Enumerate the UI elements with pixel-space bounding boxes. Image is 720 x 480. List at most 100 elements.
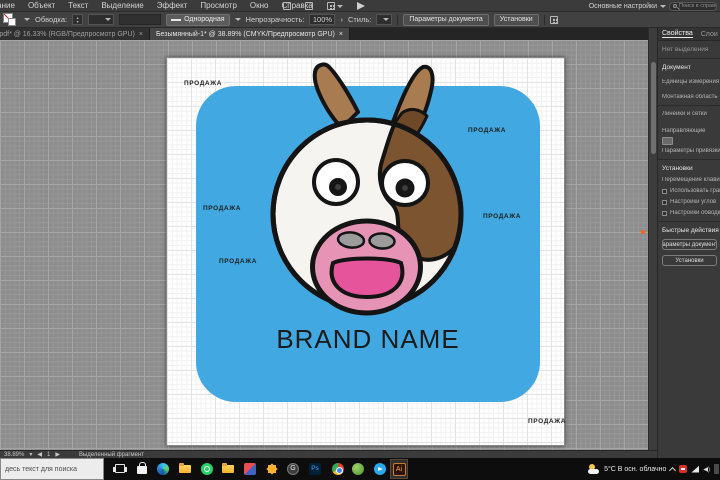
stroke-weight-stepper[interactable]: ▴ ▾ — [72, 14, 84, 25]
checkbox-icon[interactable] — [662, 199, 667, 205]
sale-text-object[interactable]: ПРОДАЖА — [219, 258, 257, 265]
menu-edit[interactable]: Редактирование — [0, 1, 15, 10]
cow-right-nostril — [368, 232, 396, 250]
menu-window[interactable]: Окно — [250, 1, 269, 10]
tab-properties[interactable]: Свойства — [662, 30, 693, 38]
divider — [658, 221, 720, 222]
preferences-button[interactable]: Установки — [662, 255, 717, 266]
sale-text-object[interactable]: ПРОДАЖА — [203, 205, 241, 212]
fill-stroke-swatch[interactable] — [3, 13, 19, 26]
grid-icon — [327, 2, 335, 10]
workspace-switcher[interactable]: Основные настройки — [589, 0, 666, 11]
checkbox-row[interactable]: Настройки углов — [662, 199, 720, 205]
divider — [543, 14, 545, 25]
scrollbar-thumb[interactable] — [651, 62, 656, 154]
illustrator-window: Редактирование Объект Текст Выделение Эф… — [0, 0, 720, 480]
rulers-grids-label: Линейки и сетки — [662, 111, 707, 117]
stroke-weight-dropdown[interactable] — [88, 14, 115, 25]
opacity-expand-arrow[interactable]: › — [340, 15, 343, 24]
menu-object[interactable]: Объект — [28, 1, 55, 10]
sale-text-object[interactable]: ПРОДАЖА — [483, 213, 521, 220]
document-tab-untitled[interactable]: Безымянный-1* @ 38.89% (CMYK/Предпросмот… — [149, 28, 350, 40]
document-tab-pdf[interactable]: ес.pdf* @ 16.33% (RGB/Предпросмотр GPU) … — [0, 28, 150, 40]
align-panel-icon[interactable] — [549, 15, 558, 24]
file-explorer-icon[interactable] — [179, 463, 191, 473]
red-blue-app-icon[interactable] — [244, 463, 256, 475]
chevron-down-icon — [337, 4, 343, 8]
uniform-profile-icon — [171, 18, 182, 21]
windows-search-input[interactable]: десь текст для поиска — [0, 458, 104, 480]
help-search-input[interactable]: Поиск в справке — [669, 1, 717, 11]
network-icon[interactable] — [691, 465, 700, 473]
brand-name-text-object[interactable]: BRAND NAME — [196, 324, 540, 355]
hidden-icons-chevron[interactable] — [669, 466, 677, 474]
stroke-label: Обводка: — [35, 15, 68, 24]
document-section-header: Документ — [662, 64, 691, 71]
tab-title: ес.pdf* @ 16.33% (RGB/Предпросмотр GPU) — [0, 30, 135, 38]
canvas-pasteboard[interactable]: ПРОДАЖА ПРОДАЖА ПРОДАЖА ПРОДАЖА ПРОДАЖА … — [0, 40, 648, 450]
guides-toggle-button[interactable] — [662, 137, 673, 145]
volume-icon[interactable]: ◀) — [703, 466, 710, 473]
width-profile-dropdown[interactable]: Однородная — [166, 13, 230, 26]
menu-type[interactable]: Текст — [68, 1, 88, 10]
folder-app-icon[interactable] — [222, 463, 234, 473]
divider — [658, 105, 720, 106]
checkbox-label: Настройки обводки — [670, 210, 720, 216]
layout-icon[interactable] — [283, 2, 291, 10]
sale-text-object[interactable]: ПРОДАЖА — [184, 80, 222, 87]
checkbox-row[interactable]: Настройки обводки — [662, 210, 720, 216]
checkbox-icon[interactable] — [662, 210, 667, 216]
tab-title: Безымянный-1* @ 38.89% (CMYK/Предпросмот… — [155, 30, 335, 38]
edge-icon[interactable] — [157, 463, 169, 475]
chrome-icon[interactable] — [332, 463, 344, 475]
photoshop-icon[interactable]: Ps — [309, 463, 321, 475]
cow-mouth — [329, 256, 405, 300]
microsoft-store-icon[interactable] — [137, 462, 147, 474]
chevron-down-icon — [660, 4, 666, 8]
tab-layers[interactable]: Слои — [701, 31, 718, 38]
status-bar: 38.89% ▾ ◀ 1 ▶ Выделенный фрагмент — [0, 450, 657, 458]
vertical-scrollbar[interactable] — [648, 28, 657, 450]
weather-label[interactable]: 5°C В осн. облачно — [604, 466, 666, 473]
menu-effect[interactable]: Эффект — [157, 1, 188, 10]
whatsapp-icon[interactable] — [201, 463, 213, 475]
telegram-icon[interactable] — [374, 463, 386, 475]
menu-select[interactable]: Выделение — [101, 1, 143, 10]
help-search-placeholder: Поиск в справке — [679, 3, 717, 9]
artboard-label: Монтажная область — [662, 94, 718, 100]
close-icon[interactable]: × — [139, 31, 143, 38]
checkbox-label: Использовать границы просмотра — [670, 188, 720, 194]
arrange-documents-control[interactable] — [327, 2, 343, 10]
send-icon[interactable] — [357, 2, 365, 10]
close-icon[interactable]: × — [339, 31, 343, 38]
illustrator-taskbar-button[interactable]: Ai — [390, 459, 408, 479]
opacity-value-field[interactable]: 100% — [309, 14, 336, 25]
document-setup-button[interactable]: Параметры документа — [662, 239, 717, 250]
document-setup-button[interactable]: Параметры документа — [403, 13, 489, 26]
cow-left-horn[interactable] — [312, 62, 360, 130]
dark-g-app-icon[interactable]: G — [287, 463, 299, 475]
cow-mascot-illustration[interactable] — [259, 53, 483, 335]
preferences-button[interactable]: Установки — [493, 13, 539, 26]
task-view-icon[interactable] — [113, 464, 127, 473]
properties-panel: Свойства Слои Нет выделения Документ Еди… — [657, 28, 720, 458]
star-app-icon[interactable] — [266, 463, 278, 475]
checkbox-row[interactable]: Использовать границы просмотра — [662, 188, 720, 194]
green-app-icon[interactable] — [352, 463, 364, 475]
chevron-down-icon[interactable] — [234, 18, 241, 21]
sale-text-object[interactable]: ПРОДАЖА — [528, 418, 566, 425]
share-icon[interactable] — [305, 2, 313, 10]
clipped-tray-item — [714, 464, 719, 474]
width-profile-label: Однородная — [184, 16, 225, 23]
notification-badge-icon[interactable] — [679, 465, 688, 473]
checkbox-icon[interactable] — [662, 188, 667, 194]
brush-definition-field[interactable] — [119, 14, 162, 25]
divider — [658, 159, 720, 160]
graphic-style-dropdown[interactable] — [376, 14, 393, 25]
chevron-down-icon[interactable] — [24, 18, 30, 21]
weather-icon[interactable] — [588, 464, 600, 474]
menu-view[interactable]: Просмотр — [200, 1, 237, 10]
keyboard-increment-label: Перемещение клавишами — [662, 177, 720, 183]
stroke-swatch[interactable] — [8, 18, 16, 26]
artboard[interactable]: ПРОДАЖА ПРОДАЖА ПРОДАЖА ПРОДАЖА ПРОДАЖА … — [166, 57, 565, 446]
